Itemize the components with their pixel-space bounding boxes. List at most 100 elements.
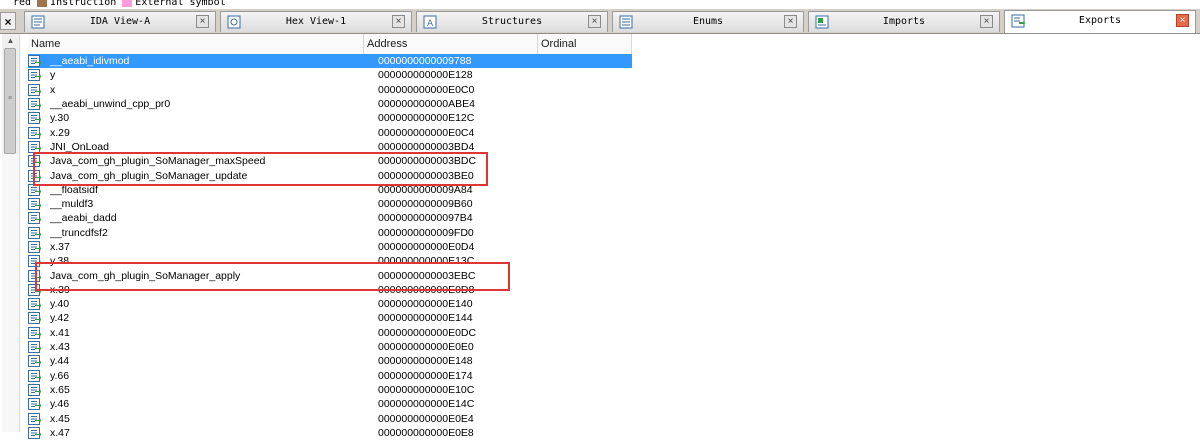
table-row[interactable]: x.45 000000000000E0E4 bbox=[28, 411, 632, 425]
grip-icon: ≡ bbox=[8, 95, 13, 102]
export-address: 000000000000E12C bbox=[378, 112, 475, 125]
export-address: 000000000000E148 bbox=[378, 355, 473, 368]
color-legend: red Instruction External symbol bbox=[0, 0, 1200, 9]
tab-exports[interactable]: Exports × bbox=[1004, 10, 1196, 33]
tab-enums[interactable]: Enums × bbox=[612, 11, 804, 32]
export-address: 000000000000E174 bbox=[378, 369, 473, 382]
table-row[interactable]: x.29 000000000000E0C4 bbox=[28, 125, 632, 139]
svg-text:A: A bbox=[427, 19, 434, 29]
column-header-ordinal[interactable]: Ordinal bbox=[538, 34, 632, 54]
export-entry-icon bbox=[28, 69, 41, 82]
export-name: __truncdfsf2 bbox=[50, 226, 108, 239]
legend-label: External symbol bbox=[135, 0, 226, 8]
close-all-button[interactable]: × bbox=[0, 12, 16, 30]
export-name: x.29 bbox=[50, 126, 70, 139]
column-header-address[interactable]: Address bbox=[364, 34, 538, 54]
table-header: Name Address Ordinal bbox=[28, 34, 632, 54]
export-address: 000000000000E10C bbox=[378, 383, 475, 396]
tab-label: Exports bbox=[1078, 15, 1122, 26]
legend-item: External symbol bbox=[122, 0, 226, 8]
tab-imports[interactable]: Imports × bbox=[808, 11, 1000, 32]
table-row[interactable]: x.37 000000000000E0D4 bbox=[28, 240, 632, 254]
export-entry-icon bbox=[28, 241, 41, 253]
export-address: 000000000000E144 bbox=[378, 312, 473, 325]
vertical-scrollbar[interactable]: ▲ ≡ bbox=[2, 34, 20, 432]
legend-label: Instruction bbox=[50, 0, 117, 8]
export-address: 000000000000E0C0 bbox=[378, 83, 475, 96]
tab-close-icon[interactable]: × bbox=[1176, 14, 1189, 27]
table-row[interactable]: y.46 000000000000E14C bbox=[28, 397, 632, 411]
listing-icon bbox=[31, 15, 45, 29]
table-row[interactable]: y.44 000000000000E148 bbox=[28, 354, 632, 368]
scroll-track[interactable] bbox=[2, 154, 19, 432]
export-address: 000000000000E0D4 bbox=[378, 241, 475, 253]
export-name: x.37 bbox=[50, 241, 70, 253]
export-entry-icon bbox=[28, 369, 41, 382]
export-entry-icon bbox=[28, 312, 41, 325]
tab-label: Hex View-1 bbox=[285, 16, 347, 27]
export-entry-icon bbox=[28, 426, 41, 439]
table-row[interactable]: x.47 000000000000E0E8 bbox=[28, 426, 632, 440]
tab-label: Imports bbox=[882, 16, 926, 27]
export-name: x.45 bbox=[50, 412, 70, 425]
export-address: 00000000000097B4 bbox=[378, 212, 473, 225]
tab-hex-view-1[interactable]: Hex View-1 × bbox=[220, 11, 412, 32]
table-row[interactable]: x.65 000000000000E10C bbox=[28, 383, 632, 397]
scroll-up-arrow-icon[interactable]: ▲ bbox=[2, 34, 19, 48]
export-name: y.30 bbox=[50, 112, 70, 125]
legend-swatch bbox=[37, 0, 48, 7]
tab-bar: × IDA View-A × Hex View-1 × A Structures × Enum… bbox=[0, 9, 1200, 34]
export-name: y.44 bbox=[50, 355, 70, 368]
table-row[interactable]: x.41 000000000000E0DC bbox=[28, 326, 632, 340]
column-header-name[interactable]: Name bbox=[28, 34, 364, 54]
export-entry-icon bbox=[28, 398, 41, 411]
export-address: 000000000000E0DC bbox=[378, 326, 477, 339]
export-entry-icon bbox=[28, 326, 41, 339]
tab-close-icon[interactable]: × bbox=[196, 15, 209, 28]
export-address: 000000000000E14C bbox=[378, 398, 475, 411]
imports-icon bbox=[815, 15, 829, 29]
export-address: 000000000000E0C4 bbox=[378, 126, 475, 139]
export-entry-icon bbox=[28, 55, 41, 68]
table-row[interactable]: __aeabi_idivmod 0000000000009788 bbox=[28, 54, 632, 69]
tab-close-icon[interactable]: × bbox=[980, 15, 993, 28]
table-row[interactable]: __muldf3 0000000000009B60 bbox=[28, 197, 632, 211]
table-row[interactable]: y 000000000000E128 bbox=[28, 68, 632, 82]
export-address: 000000000000E0E0 bbox=[378, 341, 474, 354]
table-row[interactable]: y.66 000000000000E174 bbox=[28, 369, 632, 383]
export-entry-icon bbox=[28, 341, 41, 354]
table-row[interactable]: y.42 000000000000E144 bbox=[28, 311, 632, 325]
table-row[interactable]: __aeabi_unwind_cpp_pr0 000000000000ABE4 bbox=[28, 97, 632, 111]
tab-label: IDA View-A bbox=[89, 16, 151, 27]
annotation-box-apply bbox=[35, 262, 510, 291]
table-row[interactable]: y.30 000000000000E12C bbox=[28, 111, 632, 125]
export-name: __muldf3 bbox=[50, 198, 94, 211]
export-entry-icon bbox=[28, 355, 41, 368]
table-row[interactable]: x.43 000000000000E0E0 bbox=[28, 340, 632, 354]
export-name: y bbox=[50, 69, 56, 82]
scroll-thumb[interactable]: ≡ bbox=[4, 48, 16, 154]
tab-close-icon[interactable]: × bbox=[784, 15, 797, 28]
tab-ida-view-a[interactable]: IDA View-A × bbox=[24, 11, 216, 32]
export-name: x.43 bbox=[50, 341, 70, 354]
export-address: 000000000000ABE4 bbox=[378, 98, 475, 111]
tab-structures[interactable]: A Structures × bbox=[416, 11, 608, 32]
export-address: 000000000000E0E8 bbox=[378, 426, 474, 439]
legend-swatch bbox=[122, 0, 133, 7]
legend-swatch bbox=[0, 0, 10, 7]
export-name: x.47 bbox=[50, 426, 70, 439]
table-row[interactable]: x 000000000000E0C0 bbox=[28, 83, 632, 97]
tab-close-icon[interactable]: × bbox=[588, 15, 601, 28]
table-row[interactable]: y.40 000000000000E140 bbox=[28, 297, 632, 311]
table-row[interactable]: __truncdfsf2 0000000000009FD0 bbox=[28, 226, 632, 240]
export-name: x.65 bbox=[50, 383, 70, 396]
tab-close-icon[interactable]: × bbox=[392, 15, 405, 28]
export-name: y.66 bbox=[50, 369, 70, 382]
export-name: y.40 bbox=[50, 298, 70, 311]
export-address: 000000000000E0E4 bbox=[378, 412, 474, 425]
export-address: 000000000000E140 bbox=[378, 298, 473, 311]
export-entry-icon bbox=[28, 83, 41, 96]
export-entry-icon bbox=[28, 198, 41, 211]
legend-label: red bbox=[13, 0, 32, 8]
table-row[interactable]: __aeabi_dadd 00000000000097B4 bbox=[28, 211, 632, 225]
